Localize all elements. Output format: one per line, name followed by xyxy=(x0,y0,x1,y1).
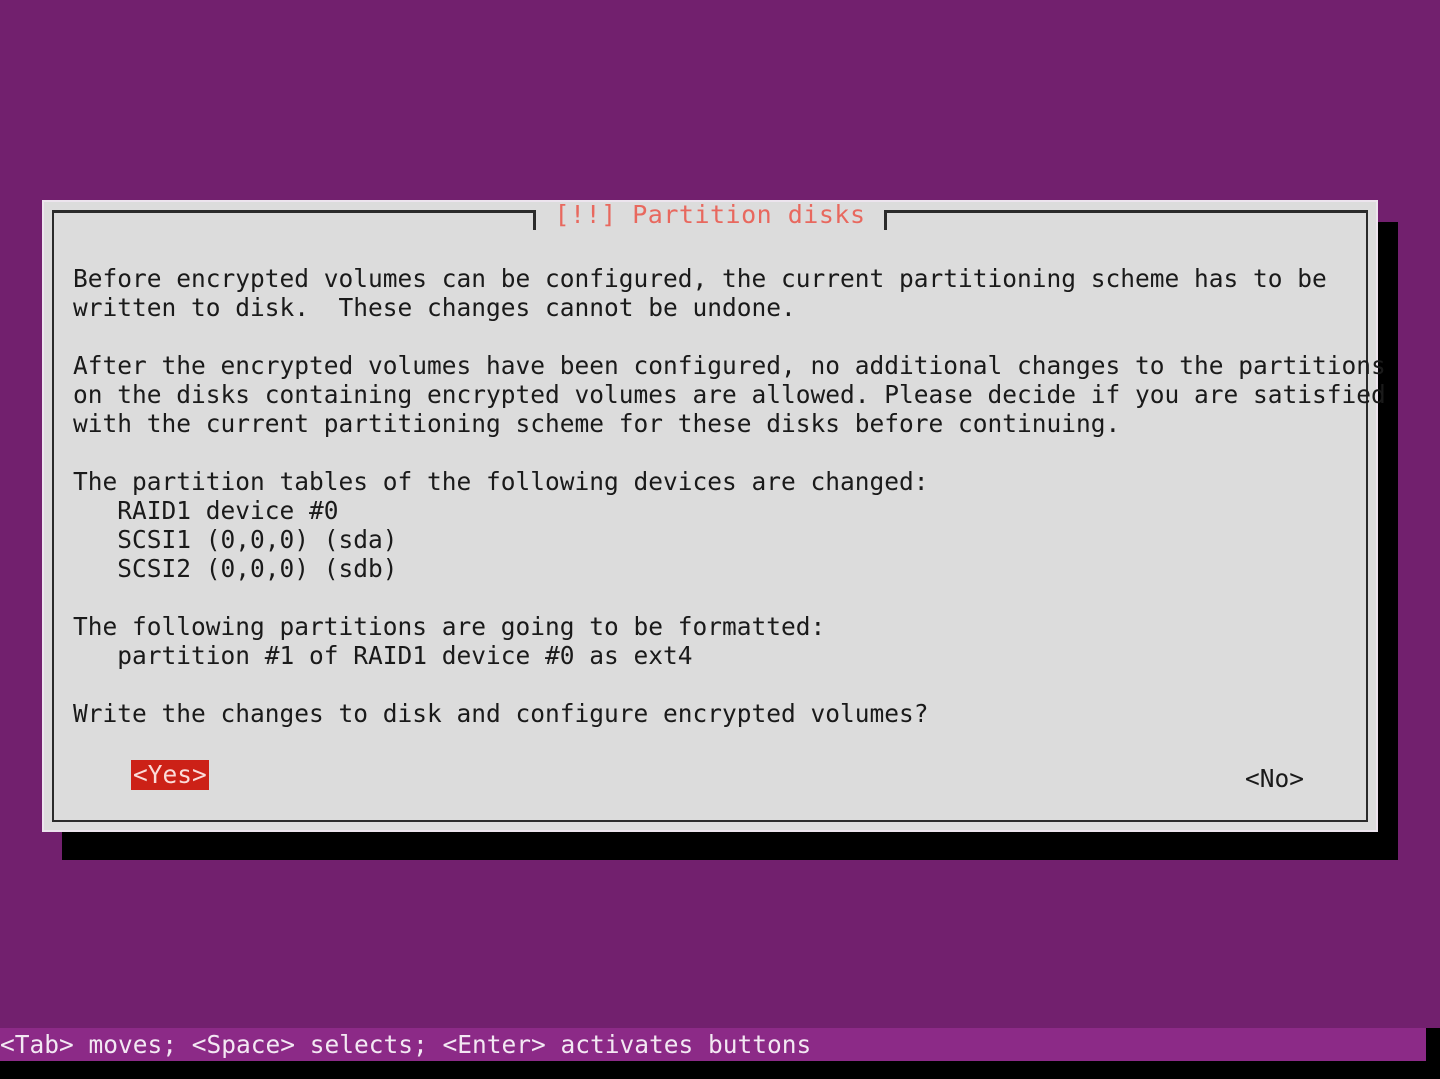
dialog-text-line: RAID1 device #0 xyxy=(73,496,339,525)
dialog-button-row: <Yes> <No> xyxy=(73,760,1347,796)
dialog-text-line: Before encrypted volumes can be configur… xyxy=(73,264,1327,293)
keyboard-help-bar: <Tab> moves; <Space> selects; <Enter> ac… xyxy=(0,1028,1426,1061)
dialog-title: [!!] Partition disks xyxy=(536,201,884,227)
yes-button[interactable]: <Yes> xyxy=(131,760,209,790)
dialog-paragraph: Before encrypted volumes can be configur… xyxy=(73,264,1354,322)
titlebar-rule-right xyxy=(883,203,1367,230)
dialog-paragraph: The following partitions are going to be… xyxy=(73,612,1354,670)
dialog-paragraph: The partition tables of the following de… xyxy=(73,467,1354,583)
no-button[interactable]: <No> xyxy=(1243,764,1306,794)
dialog-titlebar: [!!] Partition disks xyxy=(54,201,1367,230)
dialog-text-line: with the current partitioning scheme for… xyxy=(73,409,1121,438)
dialog-paragraph: After the encrypted volumes have been co… xyxy=(73,351,1386,438)
dialog-text-line: After the encrypted volumes have been co… xyxy=(73,351,1386,380)
terminal-cursor-block xyxy=(1426,1028,1440,1061)
dialog-inner-frame: [!!] Partition disks Before encrypted vo… xyxy=(52,201,1386,822)
bottom-black-strip xyxy=(0,1061,1440,1079)
dialog-text-line: Write the changes to disk and configure … xyxy=(73,699,929,728)
dialog-text-line: The partition tables of the following de… xyxy=(73,467,929,496)
dialog-body-text: Before encrypted volumes can be configur… xyxy=(73,264,1386,728)
installer-screen: [!!] Partition disks Before encrypted vo… xyxy=(0,0,1440,1079)
dialog-text-line: SCSI2 (0,0,0) (sdb) xyxy=(73,554,398,583)
dialog-text-line: on the disks containing encrypted volume… xyxy=(73,380,1386,409)
partition-disks-dialog: [!!] Partition disks Before encrypted vo… xyxy=(42,200,1386,832)
titlebar-rule-left xyxy=(54,203,537,230)
dialog-text-line: written to disk. These changes cannot be… xyxy=(73,293,796,322)
dialog-text-line: The following partitions are going to be… xyxy=(73,612,826,641)
dialog-text-line: partition #1 of RAID1 device #0 as ext4 xyxy=(73,641,693,670)
dialog-paragraph: Write the changes to disk and configure … xyxy=(73,699,1354,728)
dialog-text-line: SCSI1 (0,0,0) (sda) xyxy=(73,525,398,554)
keyboard-help-text: <Tab> moves; <Space> selects; <Enter> ac… xyxy=(0,1030,812,1059)
